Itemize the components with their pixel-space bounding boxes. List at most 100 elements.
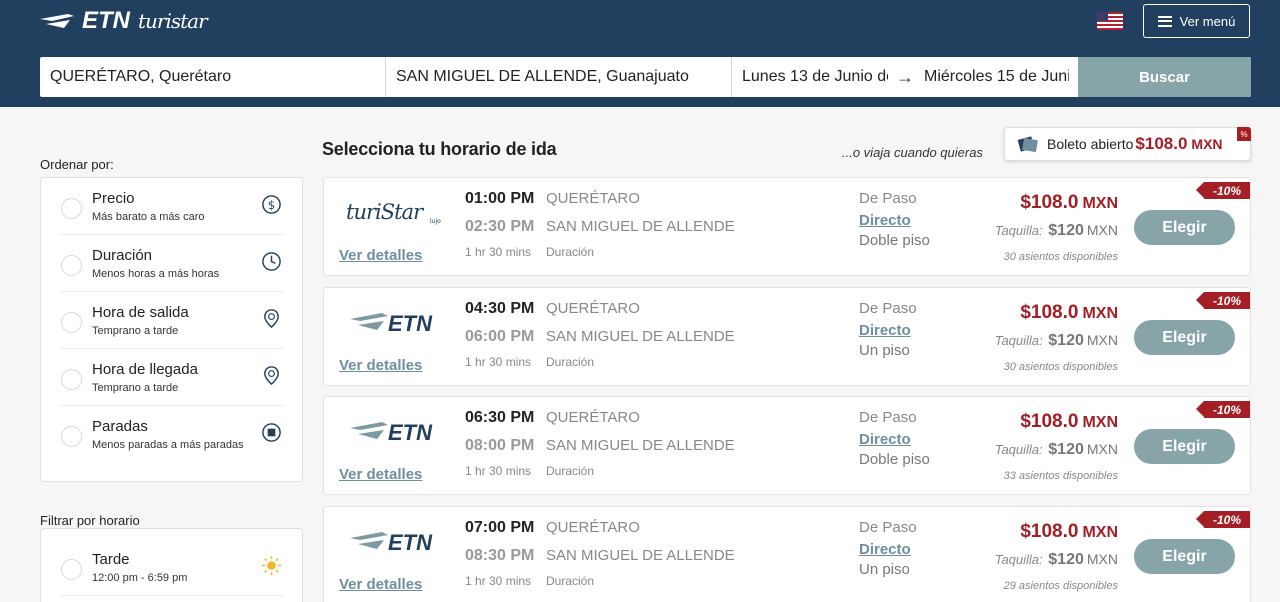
radio-button[interactable] xyxy=(61,369,82,390)
box-office-label: Taquilla: xyxy=(994,333,1043,348)
sort-option-title: Precio xyxy=(92,190,135,207)
us-flag-icon[interactable] xyxy=(1097,12,1123,30)
price-value: $108.0 xyxy=(1020,302,1079,323)
box-office-currency: MXN xyxy=(1086,332,1118,348)
sort-option-subtitle: Menos paradas a más paradas xyxy=(92,439,244,451)
origin-city: QUERÉTARO xyxy=(546,519,640,536)
return-date[interactable]: Miércoles 15 de Junio xyxy=(924,68,1069,86)
discount-badge: -10% xyxy=(1196,182,1250,199)
sort-option-title: Paradas xyxy=(92,418,148,435)
price-value: $108.0 xyxy=(1020,411,1079,432)
open-ticket-price: $108.0 xyxy=(1135,134,1188,153)
box-office-label: Taquilla: xyxy=(994,442,1043,457)
destination-city: SAN MIGUEL DE ALLENDE xyxy=(546,437,735,454)
menu-button[interactable]: Ver menú xyxy=(1143,4,1250,38)
seats-available: 29 asientos disponibles xyxy=(1003,580,1118,592)
logo-etn-text: ETN xyxy=(82,7,130,34)
sort-option-duration[interactable]: Duración Menos horas a más horas xyxy=(61,235,283,292)
filter-option-afternoon[interactable]: Tarde 12:00 pm - 6:59 pm xyxy=(61,539,283,596)
radio-button[interactable] xyxy=(61,255,82,276)
stops-icon xyxy=(262,423,281,442)
destination-city: SAN MIGUEL DE ALLENDE xyxy=(546,218,735,235)
price-currency: MXN xyxy=(1082,524,1118,541)
discount-badge: -10% xyxy=(1196,401,1250,418)
price-currency: MXN xyxy=(1082,414,1118,431)
menu-label: Ver menú xyxy=(1179,13,1236,29)
sort-option-departure[interactable]: Hora de salida Temprano a tarde xyxy=(61,292,283,349)
route-link[interactable]: Directo xyxy=(859,431,911,448)
box-office-value: $120 xyxy=(1048,441,1084,458)
svg-text:$: $ xyxy=(268,198,275,212)
etn-bird-icon xyxy=(40,14,74,28)
view-details-link[interactable]: Ver detalles xyxy=(339,466,422,483)
price-currency: MXN xyxy=(1082,305,1118,322)
clock-icon xyxy=(262,252,281,271)
sort-option-subtitle: Temprano a tarde xyxy=(92,325,179,337)
trip-price: $108.0 MXN xyxy=(1020,302,1118,324)
arrival-time: 02:30 PM xyxy=(465,218,535,235)
filter-option-subtitle: 12:00 pm - 6:59 pm xyxy=(92,572,188,584)
sort-option-stops[interactable]: Paradas Menos paradas a más paradas xyxy=(61,406,283,463)
arrival-time: 06:00 PM xyxy=(465,328,535,345)
hamburger-icon xyxy=(1157,15,1172,27)
open-ticket-currency: MXN xyxy=(1191,136,1223,152)
trip-card: ETN Ver detalles 07:00 PM 08:30 PM QUERÉ… xyxy=(323,506,1251,602)
brand-logo: ETN xyxy=(344,302,454,338)
page-title: Selecciona tu horario de ida xyxy=(322,139,557,159)
route-link[interactable]: Directo xyxy=(859,322,911,339)
open-ticket-button[interactable]: Boleto abierto $108.0 MXN % xyxy=(1004,127,1251,161)
departure-date[interactable]: Lunes 13 de Junio de xyxy=(742,68,888,86)
top-header: ETN turistar Ver menú QUERÉTARO, Queréta… xyxy=(0,0,1280,107)
route-link[interactable]: Directo xyxy=(859,212,911,229)
radio-button[interactable] xyxy=(61,312,82,333)
destination-value: SAN MIGUEL DE ALLENDE, Guanajuato xyxy=(396,68,689,85)
origin-city: QUERÉTARO xyxy=(546,190,640,207)
sort-label: Ordenar por: xyxy=(40,157,114,172)
select-trip-button[interactable]: Elegir xyxy=(1134,429,1235,464)
duration-label: Duración xyxy=(546,574,595,588)
select-trip-button[interactable]: Elegir xyxy=(1134,210,1235,245)
price-currency: MXN xyxy=(1082,195,1118,212)
service-type: De Paso xyxy=(859,519,917,536)
price-value: $108.0 xyxy=(1020,521,1079,542)
service-type: De Paso xyxy=(859,300,917,317)
etn-logo-icon: ETN xyxy=(350,530,433,555)
view-details-link[interactable]: Ver detalles xyxy=(339,576,422,593)
box-office-value: $120 xyxy=(1048,222,1084,239)
svg-text:ETN: ETN xyxy=(388,311,433,336)
view-details-link[interactable]: Ver detalles xyxy=(339,247,422,264)
ticket-icon xyxy=(1017,136,1038,153)
bus-type: Un piso xyxy=(859,342,910,359)
bus-type: Doble piso xyxy=(859,232,930,249)
search-bar: QUERÉTARO, Querétaro SAN MIGUEL DE ALLEN… xyxy=(40,57,1251,97)
brand-logo[interactable]: ETN turistar xyxy=(40,6,208,36)
arrow-right-icon: → xyxy=(896,66,914,87)
route-link[interactable]: Directo xyxy=(859,541,911,558)
trip-price: $108.0 MXN xyxy=(1020,411,1118,433)
etn-logo-icon: ETN xyxy=(350,420,433,445)
origin-field[interactable]: QUERÉTARO, Querétaro xyxy=(40,57,386,97)
search-button[interactable]: Buscar xyxy=(1078,57,1251,97)
destination-field[interactable]: SAN MIGUEL DE ALLENDE, Guanajuato xyxy=(386,57,732,97)
filter-option-title: Tarde xyxy=(92,551,130,568)
select-trip-button[interactable]: Elegir xyxy=(1134,539,1235,574)
sort-option-price[interactable]: Precio Más barato a más caro $ xyxy=(61,178,283,235)
svg-text:lujo: lujo xyxy=(430,218,441,225)
seats-available: 30 asientos disponibles xyxy=(1003,251,1118,263)
view-details-link[interactable]: Ver detalles xyxy=(339,357,422,374)
dates-field[interactable]: Lunes 13 de Junio de → Miércoles 15 de J… xyxy=(732,57,1078,97)
radio-button[interactable] xyxy=(61,426,82,447)
bus-type: Doble piso xyxy=(859,451,930,468)
sort-option-arrival[interactable]: Hora de llegada Temprano a tarde xyxy=(61,349,283,406)
departure-time: 01:00 PM xyxy=(465,190,535,207)
sort-option-subtitle: Menos horas a más horas xyxy=(92,268,220,280)
select-trip-button[interactable]: Elegir xyxy=(1134,320,1235,355)
trip-duration: 1 hr 30 mins xyxy=(465,464,532,478)
etn-logo-icon: ETN xyxy=(350,311,433,336)
origin-value: QUERÉTARO, Querétaro xyxy=(50,68,232,85)
box-office-price: Taquilla: $120 MXN xyxy=(995,441,1118,459)
radio-button[interactable] xyxy=(61,198,82,219)
origin-city: QUERÉTARO xyxy=(546,409,640,426)
sort-option-title: Hora de llegada xyxy=(92,361,198,378)
radio-button[interactable] xyxy=(61,559,82,580)
